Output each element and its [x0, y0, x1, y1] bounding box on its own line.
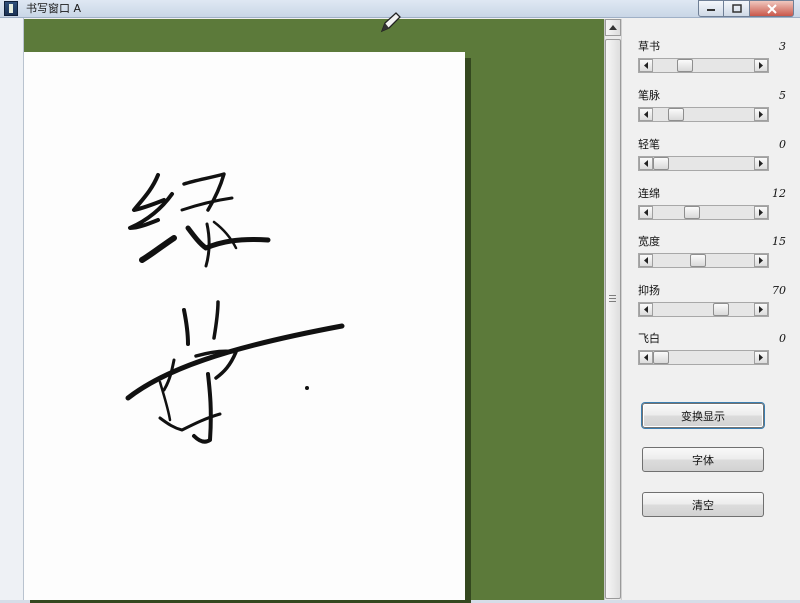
- arrow-right-icon: [759, 209, 763, 216]
- app-window: 书写窗口 A 草书 3 笔脉 5 轻笔 0 连绵 12 宽度 15 抑扬 70 …: [0, 0, 800, 603]
- slider-right-button[interactable]: [754, 108, 768, 121]
- slider-track[interactable]: [638, 58, 769, 73]
- stroke-cha-3: [125, 323, 345, 401]
- arrow-left-icon: [644, 257, 648, 264]
- stroke-cha-2: [212, 300, 220, 340]
- vertical-scrollbar[interactable]: [604, 19, 621, 600]
- slider-label: 草书: [638, 40, 660, 53]
- arrow-left-icon: [644, 209, 648, 216]
- slider-cadence: 抑扬 70: [638, 284, 786, 317]
- arrow-left-icon: [644, 62, 648, 69]
- stroke-lv-7: [185, 225, 271, 251]
- slider-right-button[interactable]: [754, 206, 768, 219]
- slider-thumb[interactable]: [653, 351, 669, 364]
- arrow-right-icon: [759, 306, 763, 313]
- close-button[interactable]: [750, 0, 794, 17]
- arrow-left-icon: [644, 111, 648, 118]
- arrow-left-icon: [644, 354, 648, 361]
- slider-label: 飞白: [638, 332, 660, 345]
- slider-left-button[interactable]: [639, 206, 653, 219]
- scroll-up-button[interactable]: [605, 19, 621, 36]
- slider-value: 15: [772, 235, 786, 248]
- slider-left-button[interactable]: [639, 59, 653, 72]
- slider-label: 连绵: [638, 187, 660, 200]
- pen-cursor-icon: [380, 12, 401, 33]
- toggle-display-button[interactable]: 变换显示: [642, 403, 764, 428]
- slider-thumb[interactable]: [683, 206, 700, 219]
- window-controls: [698, 0, 794, 17]
- settings-panel: 草书 3 笔脉 5 轻笔 0 连绵 12 宽度 15 抑扬 70 飞白 0 变换…: [621, 19, 800, 600]
- slider-thumb[interactable]: [676, 59, 693, 72]
- slider-value: 12: [772, 187, 786, 200]
- stroke-cha-7: [192, 372, 213, 444]
- slider-label: 宽度: [638, 235, 660, 248]
- slider-value: 70: [772, 284, 786, 297]
- slider-track[interactable]: [638, 253, 769, 268]
- window-title: 书写窗口 A: [26, 2, 82, 15]
- slider-label: 轻笔: [638, 138, 660, 151]
- maximize-button[interactable]: [724, 0, 750, 17]
- slider-thumb[interactable]: [668, 108, 685, 121]
- arrow-right-icon: [759, 111, 763, 118]
- slider-label: 笔脉: [638, 89, 660, 102]
- arrow-right-icon: [759, 354, 763, 361]
- stroke-lv-5: [180, 196, 234, 212]
- slider-cursive: 草书 3: [638, 40, 786, 73]
- slider-right-button[interactable]: [754, 351, 768, 364]
- scroll-thumb[interactable]: [605, 39, 621, 599]
- minimize-icon: [707, 8, 715, 11]
- arrow-left-icon: [644, 160, 648, 167]
- slider-value: 3: [779, 40, 786, 53]
- slider-width: 宽度 15: [638, 235, 786, 268]
- maximize-icon: [731, 4, 742, 13]
- slider-right-button[interactable]: [754, 59, 768, 72]
- slider-track[interactable]: [638, 205, 769, 220]
- slider-thumb[interactable]: [712, 303, 729, 316]
- slider-light-stroke: 轻笔 0: [638, 138, 786, 171]
- minimize-button[interactable]: [698, 0, 724, 17]
- slider-left-button[interactable]: [639, 157, 653, 170]
- arrow-right-icon: [759, 62, 763, 69]
- slider-brush-vein: 笔脉 5: [638, 89, 786, 122]
- arrow-up-icon: [609, 25, 617, 30]
- arrow-right-icon: [759, 160, 763, 167]
- font-button[interactable]: 字体: [642, 447, 764, 472]
- scroll-grip-icon: [609, 295, 616, 303]
- left-border: [0, 18, 24, 600]
- app-icon[interactable]: [4, 1, 18, 16]
- slider-track[interactable]: [638, 350, 769, 365]
- slider-value: 5: [779, 89, 786, 102]
- slider-left-button[interactable]: [639, 108, 653, 121]
- slider-thumb[interactable]: [690, 254, 707, 267]
- slider-continuity: 连绵 12: [638, 187, 786, 220]
- slider-thumb[interactable]: [653, 157, 669, 170]
- arrow-left-icon: [644, 306, 648, 313]
- slider-right-button[interactable]: [754, 157, 768, 170]
- ink-dot: [305, 386, 309, 390]
- slider-right-button[interactable]: [754, 254, 768, 267]
- slider-flying-white: 飞白 0: [638, 332, 786, 365]
- slider-value: 0: [779, 332, 786, 345]
- slider-track[interactable]: [638, 156, 769, 171]
- stroke-cha-1: [182, 308, 190, 346]
- clear-button[interactable]: 清空: [642, 492, 764, 517]
- slider-value: 0: [779, 138, 786, 151]
- stroke-lv-1: [132, 173, 166, 212]
- arrow-right-icon: [759, 257, 763, 264]
- slider-left-button[interactable]: [639, 351, 653, 364]
- close-icon: [766, 3, 777, 14]
- slider-left-button[interactable]: [639, 254, 653, 267]
- stroke-lv-3: [139, 235, 177, 263]
- slider-track[interactable]: [638, 107, 769, 122]
- slider-left-button[interactable]: [639, 303, 653, 316]
- slider-right-button[interactable]: [754, 303, 768, 316]
- slider-label: 抑扬: [638, 284, 660, 297]
- slider-track[interactable]: [638, 302, 769, 317]
- handwriting-strokes: [125, 172, 345, 444]
